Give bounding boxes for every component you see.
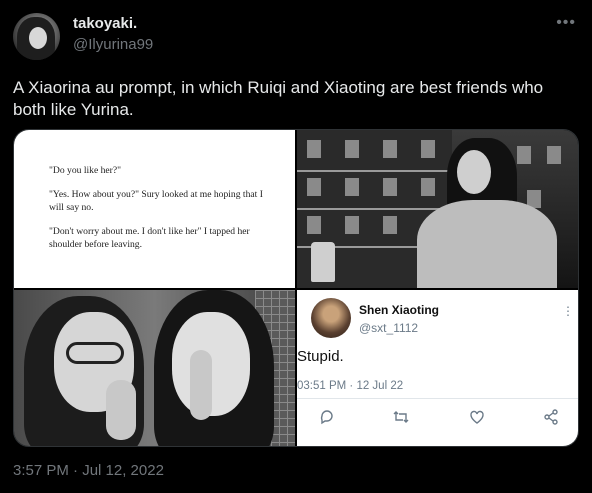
balcony-rail — [297, 170, 457, 172]
hand — [106, 380, 136, 440]
window — [345, 178, 359, 196]
embedded-handle: @sxt_1112 — [359, 321, 419, 335]
retweet-icon — [392, 409, 410, 430]
author-display-name[interactable]: takoyaki. — [73, 15, 137, 32]
window — [307, 216, 321, 234]
glasses — [66, 342, 124, 364]
media-embedded-tweet[interactable]: Shen Xiaoting @sxt_1112 ⋮ Stupid. 03:51 … — [297, 290, 578, 446]
window — [307, 140, 321, 158]
window — [307, 178, 321, 196]
tweet-text: A Xiaorina au prompt, in which Ruiqi and… — [13, 78, 544, 119]
book-paragraph: "Yes. How about you?" Sury looked at me … — [49, 189, 263, 213]
embedded-avatar — [311, 298, 351, 338]
more-vertical-icon: ⋮ — [562, 304, 574, 318]
embedded-action-bar — [297, 409, 578, 433]
window — [345, 216, 359, 234]
book-paragraph: "Do you like her?" — [49, 165, 122, 176]
media-night-photo[interactable] — [297, 130, 578, 288]
window — [383, 178, 397, 196]
embedded-timestamp: 03:51 PM · 12 Jul 22 — [297, 380, 404, 392]
more-horizontal-icon[interactable]: ••• — [556, 14, 576, 32]
window — [383, 140, 397, 158]
person-face — [457, 150, 491, 194]
window — [421, 178, 435, 196]
divider — [297, 398, 578, 399]
lantern — [311, 242, 335, 282]
tweet-timestamp[interactable]: 3:57 PM · Jul 12, 2022 — [13, 462, 164, 479]
person-body — [417, 200, 557, 288]
tweet: takoyaki. @Ilyurina99 ••• A Xiaorina au … — [0, 0, 592, 493]
window — [421, 140, 435, 158]
embedded-tweet-text: Stupid. — [297, 348, 344, 365]
balcony-rail — [297, 208, 457, 210]
avatar[interactable] — [13, 13, 60, 60]
author-handle[interactable]: @Ilyurina99 — [73, 36, 153, 53]
window — [383, 216, 397, 234]
window — [517, 146, 531, 164]
book-paragraph: "Don't worry about me. I don't like her"… — [49, 226, 250, 250]
share-icon — [543, 409, 559, 430]
reply-icon — [319, 409, 335, 430]
media-book-page[interactable]: "Do you like her?" "Yes. How about you?"… — [14, 130, 295, 288]
embedded-display-name: Shen Xiaoting — [359, 303, 440, 317]
like-icon — [469, 409, 485, 430]
hand — [190, 350, 212, 420]
book-page-text: "Do you like her?" "Yes. How about you?"… — [14, 130, 295, 251]
window — [345, 140, 359, 158]
window — [547, 146, 561, 164]
avatar-face — [29, 27, 47, 49]
media-grid: "Do you like her?" "Yes. How about you?"… — [13, 129, 579, 447]
media-selfie-photo[interactable] — [14, 290, 295, 446]
